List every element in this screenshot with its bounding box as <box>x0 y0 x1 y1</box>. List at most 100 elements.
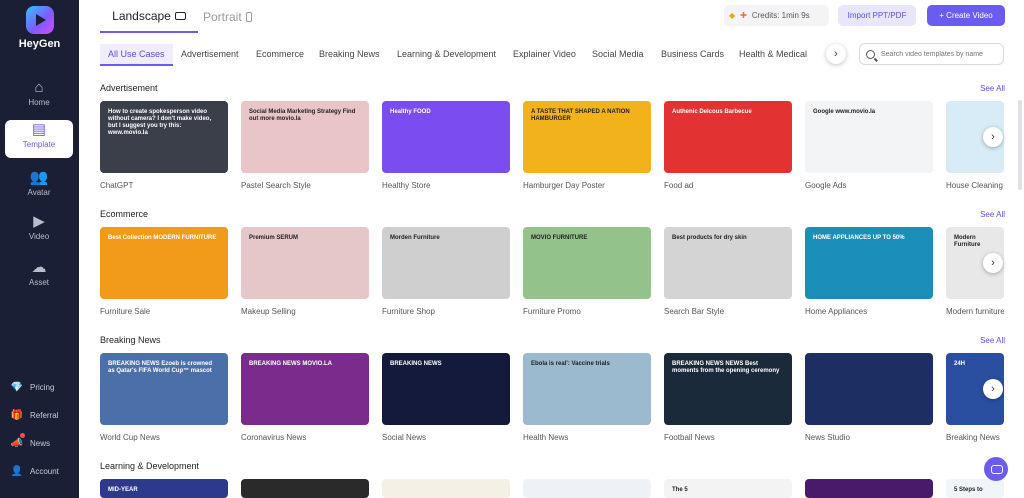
chat-support-button[interactable] <box>984 457 1008 481</box>
template-card-label: Search Bar Style <box>664 307 725 316</box>
template-thumbnail-text: A TASTE THAT SHAPED A NATION HAMBURGER <box>531 109 630 122</box>
template-card-label: Home Appliances <box>805 307 868 316</box>
template-card[interactable]: Best products for dry skin <box>664 227 792 299</box>
asset-icon: ☁ <box>31 259 47 276</box>
sidebar-item-home[interactable]: ⌂ Home <box>5 78 73 116</box>
sidebar-item-pricing[interactable]: 💎 Pricing <box>10 379 72 395</box>
category-tab-learning[interactable]: Learning & Development <box>397 44 496 66</box>
template-thumbnail-text: Ebola is real': Vaccine trials <box>531 361 610 367</box>
template-card[interactable]: MID-YEAR <box>100 479 228 498</box>
template-thumbnail-text: Best products for dry skin <box>672 235 747 241</box>
sidebar-item-label: News <box>30 438 51 448</box>
template-card[interactable]: How to create spokesperson video without… <box>100 101 228 173</box>
notification-dot <box>20 433 25 438</box>
diamond-icon: ◆ <box>729 11 736 20</box>
template-card[interactable]: Best Collection MODERN FURNITURE <box>100 227 228 299</box>
import-ppt-button[interactable]: Import PPT/PDF <box>838 5 916 26</box>
template-card[interactable]: BREAKING NEWS <box>382 353 510 425</box>
see-all-link[interactable]: See All <box>980 336 1005 345</box>
template-thumbnail-text: HOME APPLIANCES UP TO 50% <box>813 235 905 241</box>
template-thumbnail-text: BREAKING NEWS <box>390 361 442 367</box>
scrollbar[interactable] <box>1018 100 1022 190</box>
template-card[interactable]: Premium SERUM <box>241 227 369 299</box>
logo-text: HeyGen <box>18 38 61 50</box>
sidebar-item-account[interactable]: 👤 Account <box>10 463 72 479</box>
sidebar-item-news[interactable]: 📣 News <box>10 433 72 451</box>
template-card[interactable] <box>241 479 369 498</box>
see-all-link[interactable]: See All <box>980 210 1005 219</box>
template-card[interactable]: The 5 <box>664 479 792 498</box>
category-tab-explainer[interactable]: Explainer Video <box>513 44 576 66</box>
template-card[interactable]: Morden Furniture <box>382 227 510 299</box>
category-tab-social-media[interactable]: Social Media <box>592 44 644 66</box>
template-thumbnail-text: BREAKING NEWS Ezoeb is crowned as Qatar'… <box>108 361 213 374</box>
template-card-label: News Studio <box>805 433 850 442</box>
row-next-button[interactable]: › <box>983 127 1003 147</box>
sidebar-item-video[interactable]: ▶ Video <box>5 212 73 250</box>
category-tab-health[interactable]: Health & Medical <box>739 44 807 66</box>
search-input[interactable] <box>881 50 1001 58</box>
template-thumbnail-text: Social Media Marketing Strategy Find out… <box>249 109 356 122</box>
template-card[interactable]: Ebola is real': Vaccine trials <box>523 353 651 425</box>
template-card-label: Pastel Search Style <box>241 181 311 190</box>
sidebar-item-template[interactable]: ▤ Template <box>5 120 73 158</box>
template-thumbnail-text: Morden Furniture <box>390 235 440 241</box>
category-next-button[interactable]: › <box>826 44 846 64</box>
template-card-label: Health News <box>523 433 569 442</box>
sidebar-item-asset[interactable]: ☁ Asset <box>5 258 73 296</box>
sidebar-item-avatar[interactable]: 👥 Avatar <box>5 168 73 206</box>
template-card[interactable]: Healthy FOOD <box>382 101 510 173</box>
template-card[interactable]: MOVIO FURNITURE <box>523 227 651 299</box>
diamond-icon: 💎 <box>10 381 24 393</box>
template-thumbnail-text: Best Collection MODERN FURNITURE <box>108 235 217 241</box>
logo[interactable]: HeyGen <box>0 6 79 50</box>
template-card-label: Breaking News <box>946 433 1000 442</box>
template-thumbnail-text: The 5 <box>672 487 688 493</box>
category-tab-breaking-news[interactable]: Breaking News <box>319 44 380 66</box>
template-card[interactable]: Social Media Marketing Strategy Find out… <box>241 101 369 173</box>
credits-badge[interactable]: ◆ ✚ Credits: 1min 9s <box>724 5 829 26</box>
template-card[interactable]: HOME APPLIANCES UP TO 50% <box>805 227 933 299</box>
tab-label: Landscape <box>112 8 171 23</box>
row-next-button[interactable]: › <box>983 379 1003 399</box>
template-thumbnail-text: MOVIO FURNITURE <box>531 235 588 241</box>
template-card[interactable]: A TASTE THAT SHAPED A NATION HAMBURGER <box>523 101 651 173</box>
sidebar-item-label: Referral <box>30 410 59 420</box>
category-tab-advertisement[interactable]: Advertisement <box>181 44 239 66</box>
sidebar-item-label: Template <box>22 140 56 149</box>
category-tab-ecommerce[interactable]: Ecommerce <box>256 44 304 66</box>
template-card-label: House Cleaning <box>946 181 1003 190</box>
template-card[interactable] <box>805 353 933 425</box>
template-card[interactable] <box>805 479 933 498</box>
sidebar-item-label: Asset <box>28 278 49 287</box>
template-thumbnail-text: MID-YEAR <box>108 487 138 493</box>
tab-portrait[interactable]: Portrait <box>203 0 263 33</box>
template-icon: ▤ <box>31 121 47 138</box>
template-card-label: Makeup Selling <box>241 307 296 316</box>
sidebar-item-label: Avatar <box>27 188 51 197</box>
template-card[interactable] <box>382 479 510 498</box>
gift-icon: 🎁 <box>10 409 24 421</box>
category-tab-all[interactable]: All Use Cases <box>100 44 173 66</box>
template-card[interactable]: 5 Steps to <box>946 479 1004 498</box>
create-video-button[interactable]: + Create Video <box>927 5 1005 26</box>
template-card[interactable]: BREAKING NEWS Ezoeb is crowned as Qatar'… <box>100 353 228 425</box>
row-next-button[interactable]: › <box>983 253 1003 273</box>
tab-landscape[interactable]: Landscape <box>100 0 198 33</box>
template-card-label: Hamburger Day Poster <box>523 181 605 190</box>
template-card-label: Food ad <box>664 181 694 190</box>
sidebar-item-referral[interactable]: 🎁 Referral <box>10 407 72 423</box>
template-card[interactable]: Authenic Delcous Barbecue <box>664 101 792 173</box>
template-card[interactable]: BREAKING NEWS NEWS Best moments from the… <box>664 353 792 425</box>
sidebar-item-label: Video <box>28 232 50 241</box>
template-card-label: Coronavirus News <box>241 433 307 442</box>
template-card[interactable]: Google www.movio.la <box>805 101 933 173</box>
template-card[interactable]: BREAKING NEWS MOVIO.LA <box>241 353 369 425</box>
template-card[interactable] <box>523 479 651 498</box>
category-tab-business-cards[interactable]: Business Cards <box>661 44 724 66</box>
monitor-icon <box>174 11 186 20</box>
see-all-link[interactable]: See All <box>980 84 1005 93</box>
search-box[interactable] <box>859 43 1004 65</box>
section-title: Learning & Development <box>100 461 200 471</box>
section-title: Ecommerce <box>100 209 149 219</box>
